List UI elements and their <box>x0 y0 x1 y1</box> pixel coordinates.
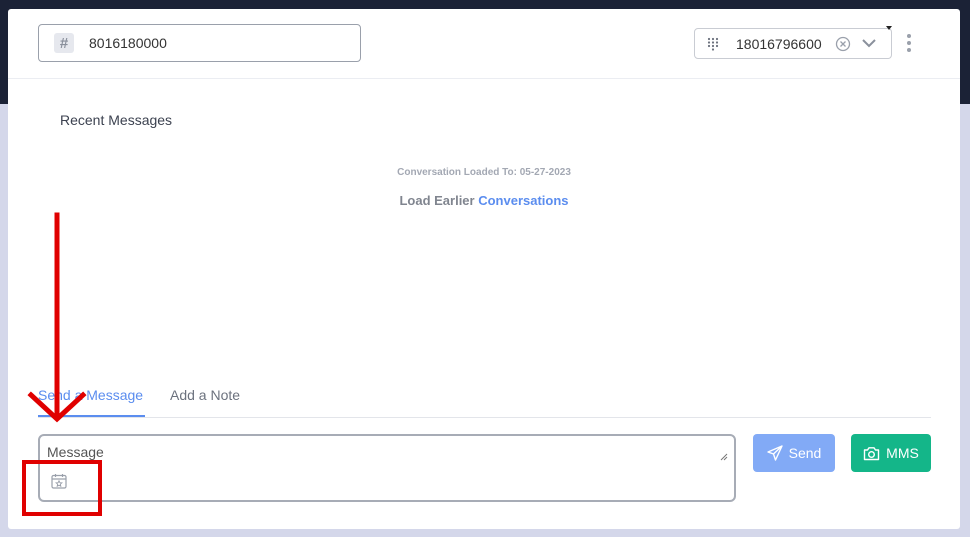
contact-number-value: 8016180000 <box>89 35 167 51</box>
resize-grip-icon[interactable] <box>720 453 728 461</box>
recent-messages-title: Recent Messages <box>60 112 173 128</box>
dialpad-icon <box>707 37 719 51</box>
conversation-loaded-to: Conversation Loaded To: 05-27-2023 <box>397 167 571 178</box>
kebab-menu-icon[interactable] <box>905 33 913 53</box>
mms-button-label: MMS <box>886 445 919 461</box>
load-earlier-row: Load Earlier Conversations <box>8 193 960 208</box>
message-box <box>38 434 736 502</box>
from-number-value: 18016796600 <box>736 36 822 52</box>
camera-icon <box>863 446 880 460</box>
clear-icon[interactable] <box>835 36 851 52</box>
message-input[interactable] <box>47 444 727 466</box>
paper-plane-icon <box>766 445 783 461</box>
contact-number-field[interactable]: # 8016180000 <box>38 24 361 62</box>
from-number-select[interactable]: 18016796600 <box>694 26 892 59</box>
tab-add-note[interactable]: Add a Note <box>170 387 240 403</box>
hash-icon: # <box>54 33 74 53</box>
composer-tabs: Send a Message Add a Note <box>38 379 931 418</box>
dropdown-corner-indicator <box>886 26 892 30</box>
load-earlier-conversations-link[interactable]: Conversations <box>478 193 568 208</box>
conversation-header: # 8016180000 18016796600 <box>8 9 960 79</box>
conversation-panel: # 8016180000 18016796600 Recent Messages… <box>8 9 960 529</box>
send-button[interactable]: Send <box>753 434 835 472</box>
mms-button[interactable]: MMS <box>851 434 931 472</box>
tab-send-message[interactable]: Send a Message <box>38 387 145 417</box>
send-button-label: Send <box>788 445 822 461</box>
chevron-down-icon[interactable] <box>860 34 878 52</box>
calendar-icon[interactable] <box>50 472 68 490</box>
load-earlier-prefix: Load Earlier <box>399 193 475 208</box>
